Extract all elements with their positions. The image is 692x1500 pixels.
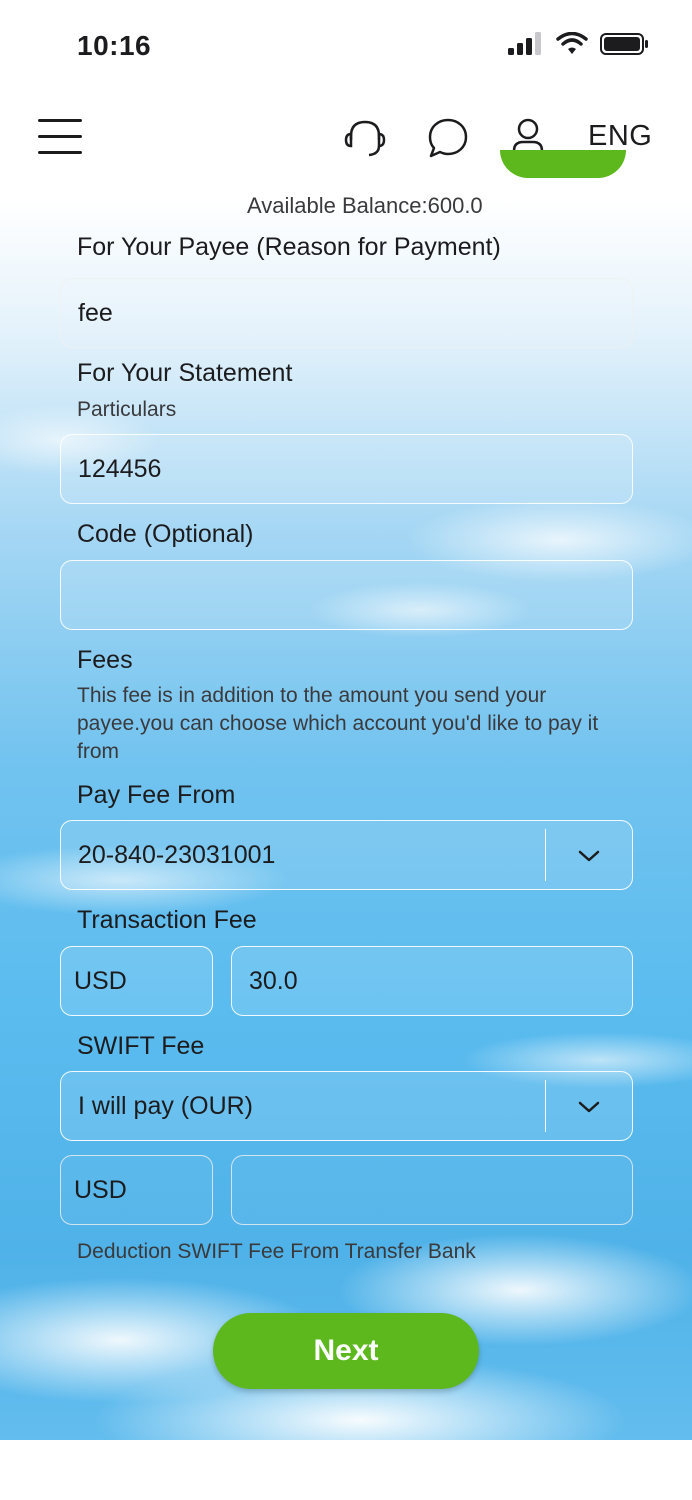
swift-fee-currency-value: USD (74, 1175, 127, 1204)
hamburger-menu-icon[interactable] (38, 117, 82, 157)
available-balance: Available Balance:600.0 (247, 193, 483, 218)
language-selector[interactable]: ENG (588, 120, 652, 153)
green-tab-indicator (500, 150, 626, 178)
wifi-icon (556, 32, 588, 54)
transaction-fee-currency-value: USD (74, 966, 127, 995)
particulars-label: Particulars (77, 398, 177, 421)
chat-bubble-icon[interactable] (426, 116, 470, 160)
code-label: Code (Optional) (77, 520, 254, 548)
cellular-signal-icon (508, 32, 541, 55)
transaction-fee-currency[interactable]: USD (60, 946, 213, 1016)
transaction-fee-amount-value: 30.0 (249, 966, 298, 995)
payee-reason-input[interactable]: fee (60, 278, 633, 348)
code-input[interactable] (60, 560, 633, 630)
swift-fee-currency[interactable]: USD (60, 1155, 213, 1225)
swift-fee-label: SWIFT Fee (77, 1032, 205, 1060)
particulars-value: 124456 (78, 454, 162, 483)
fees-description: This fee is in addition to the amount yo… (77, 684, 599, 763)
swift-fee-option: I will pay (OUR) (78, 1091, 254, 1120)
fees-label: Fees (77, 646, 133, 674)
pay-fee-from-dropdown[interactable]: 20-840-23031001 (60, 820, 633, 890)
swift-fee-dropdown[interactable]: I will pay (OUR) (60, 1071, 633, 1141)
dropdown-divider (544, 829, 546, 881)
swift-fee-amount[interactable] (231, 1155, 633, 1225)
battery-icon (600, 33, 648, 55)
payee-reason-label: For Your Payee (Reason for Payment) (77, 233, 501, 261)
headset-icon[interactable] (343, 116, 387, 160)
swift-fee-note: Deduction SWIFT Fee From Transfer Bank (77, 1240, 476, 1263)
transaction-fee-amount[interactable]: 30.0 (231, 946, 633, 1016)
next-button[interactable]: Next (213, 1313, 479, 1389)
dropdown-divider (544, 1080, 546, 1132)
transaction-fee-label: Transaction Fee (77, 906, 257, 934)
payee-reason-value: fee (78, 298, 113, 327)
particulars-input[interactable]: 124456 (60, 434, 633, 504)
chevron-down-icon (578, 1101, 600, 1113)
pay-fee-from-label: Pay Fee From (77, 781, 236, 809)
pay-fee-from-value: 20-840-23031001 (78, 840, 276, 869)
chevron-down-icon (578, 850, 600, 862)
status-icons (508, 32, 650, 56)
status-time: 10:16 (77, 30, 152, 61)
statement-label: For Your Statement (77, 359, 293, 387)
